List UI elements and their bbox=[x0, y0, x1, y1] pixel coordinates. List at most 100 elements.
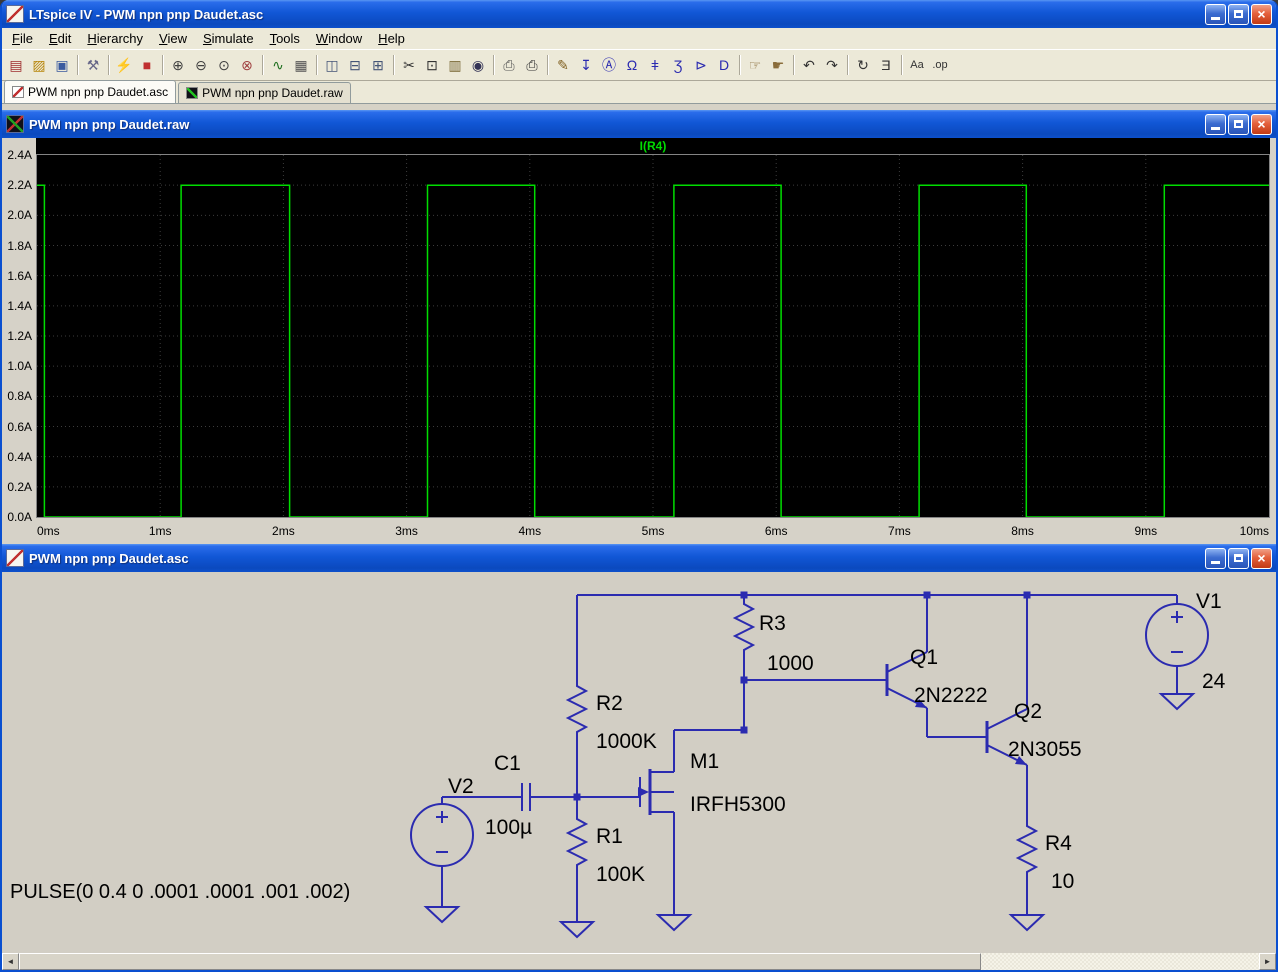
resistor-r1-symbol[interactable] bbox=[568, 815, 586, 869]
toolbar-autorange-y-button[interactable]: ∿ bbox=[267, 54, 289, 76]
scroll-right-button[interactable]: ► bbox=[1259, 953, 1276, 970]
toolbar-cascade-windows-button[interactable]: ⊞ bbox=[367, 54, 389, 76]
label-c1-value[interactable]: 100µ bbox=[485, 816, 532, 839]
toolbar-spice-directive-button[interactable]: .op bbox=[929, 54, 951, 76]
toolbar-move-button[interactable]: ☞ bbox=[744, 54, 766, 76]
toolbar-mirror-button[interactable]: Ǝ bbox=[875, 54, 897, 76]
menu-view[interactable]: View bbox=[151, 29, 195, 48]
menu-edit[interactable]: Edit bbox=[41, 29, 79, 48]
toolbar-zoom-clear-button[interactable]: ⊗ bbox=[236, 54, 258, 76]
capacitor-c1-symbol[interactable] bbox=[522, 783, 530, 811]
schematic-minimize-button[interactable] bbox=[1205, 548, 1226, 569]
schematic-close-button[interactable]: × bbox=[1251, 548, 1272, 569]
scrollbar-thumb[interactable] bbox=[19, 953, 981, 970]
toolbar-control-panel-button[interactable]: ⚒ bbox=[82, 54, 104, 76]
menu-help[interactable]: Help bbox=[370, 29, 413, 48]
toolbar-open-button[interactable]: ▨ bbox=[28, 54, 50, 76]
ground-symbol[interactable] bbox=[658, 915, 690, 930]
plot-area[interactable] bbox=[36, 154, 1270, 518]
label-r3-name[interactable]: R3 bbox=[759, 612, 786, 635]
toolbar-draw-wire-button[interactable]: ✎ bbox=[552, 54, 574, 76]
waveform-close-button[interactable]: × bbox=[1251, 114, 1272, 135]
waveform-minimize-button[interactable] bbox=[1205, 114, 1226, 135]
tab-asc[interactable]: PWM npn pnp Daudet.asc bbox=[4, 80, 176, 103]
ground-symbol[interactable] bbox=[1011, 915, 1043, 930]
schematic-title-bar[interactable]: PWM npn pnp Daudet.asc × bbox=[2, 544, 1276, 572]
toolbar-find-button[interactable]: ◉ bbox=[467, 54, 489, 76]
toolbar-halt-button[interactable]: ■ bbox=[136, 54, 158, 76]
toolbar-zoom-back-button[interactable]: ⊖ bbox=[190, 54, 212, 76]
label-v2-name[interactable]: V2 bbox=[448, 775, 474, 798]
label-r1-name[interactable]: R1 bbox=[596, 825, 623, 848]
main-title-bar[interactable]: LTspice IV - PWM npn pnp Daudet.asc × bbox=[2, 0, 1276, 28]
maximize-button[interactable] bbox=[1228, 4, 1249, 25]
menu-simulate[interactable]: Simulate bbox=[195, 29, 262, 48]
toolbar-drag-button[interactable]: ☛ bbox=[767, 54, 789, 76]
label-q1-name[interactable]: Q1 bbox=[910, 646, 938, 669]
toolbar-resistor-button[interactable]: Ω bbox=[621, 54, 643, 76]
toolbar-print-button[interactable]: ⎙ bbox=[521, 54, 543, 76]
schematic-canvas[interactable]: V1 24 R3 1000 R2 1000K R1 100K R4 10 M1 … bbox=[2, 572, 1276, 953]
label-m1-value[interactable]: IRFH5300 bbox=[690, 793, 786, 816]
label-r2-value[interactable]: 1000K bbox=[596, 730, 657, 753]
label-q2-value[interactable]: 2N3055 bbox=[1008, 738, 1082, 761]
label-v2-pulse-value[interactable]: PULSE(0 0.4 0 .0001 .0001 .001 .002) bbox=[10, 881, 350, 903]
minimize-button[interactable] bbox=[1205, 4, 1226, 25]
toolbar-redo-button[interactable]: ↷ bbox=[821, 54, 843, 76]
toolbar-save-button[interactable]: ▣ bbox=[51, 54, 73, 76]
menu-tools[interactable]: Tools bbox=[262, 29, 308, 48]
toolbar-diode-button[interactable]: ⊳ bbox=[690, 54, 712, 76]
waveform-maximize-button[interactable] bbox=[1228, 114, 1249, 135]
waveform-title-bar[interactable]: PWM npn pnp Daudet.raw × bbox=[2, 110, 1276, 138]
voltage-source-v2-symbol[interactable] bbox=[411, 804, 473, 866]
toolbar-tile-vertical-button[interactable]: ◫ bbox=[321, 54, 343, 76]
label-r2-name[interactable]: R2 bbox=[596, 692, 623, 715]
resistor-r2-symbol[interactable] bbox=[568, 682, 586, 736]
toolbar-run-button[interactable]: ⚡ bbox=[113, 54, 135, 76]
waveform-pane[interactable]: I(R4) 0.0A0.2A0.4A0.6A0.8A1.0A1.2A1.4A1.… bbox=[2, 138, 1276, 544]
resistor-r3-symbol[interactable] bbox=[735, 600, 753, 654]
toolbar-rotate-button[interactable]: ↻ bbox=[852, 54, 874, 76]
scroll-left-button[interactable]: ◄ bbox=[2, 953, 19, 970]
waveform-plot[interactable] bbox=[37, 155, 1269, 517]
horizontal-scrollbar[interactable]: ◄ ► bbox=[2, 953, 1276, 970]
toolbar-text-button[interactable]: Aa bbox=[906, 54, 928, 76]
toolbar-copy-button[interactable]: ⊡ bbox=[421, 54, 443, 76]
trace-label[interactable]: I(R4) bbox=[640, 139, 667, 153]
scrollbar-track[interactable] bbox=[981, 953, 1259, 970]
toolbar-plot-settings-button[interactable]: ▦ bbox=[290, 54, 312, 76]
toolbar-zoom-fit-button[interactable]: ⊙ bbox=[213, 54, 235, 76]
toolbar-new-schematic-button[interactable]: ▤ bbox=[5, 54, 27, 76]
ground-symbol[interactable] bbox=[1161, 694, 1193, 709]
label-r3-value[interactable]: 1000 bbox=[767, 652, 814, 675]
label-q2-name[interactable]: Q2 bbox=[1014, 700, 1042, 723]
menu-hierarchy[interactable]: Hierarchy bbox=[79, 29, 151, 48]
label-v1-value[interactable]: 24 bbox=[1202, 670, 1226, 693]
toolbar-label-net-button[interactable]: Ⓐ bbox=[598, 54, 620, 76]
toolbar-ground-button[interactable]: ↧ bbox=[575, 54, 597, 76]
toolbar-paste-button[interactable]: ▥ bbox=[444, 54, 466, 76]
voltage-source-v1-symbol[interactable] bbox=[1146, 604, 1208, 666]
label-c1-name[interactable]: C1 bbox=[494, 752, 521, 775]
menu-file[interactable]: File bbox=[4, 29, 41, 48]
toolbar-cut-button[interactable]: ✂ bbox=[398, 54, 420, 76]
label-r4-value[interactable]: 10 bbox=[1051, 870, 1074, 893]
label-r1-value[interactable]: 100K bbox=[596, 863, 645, 886]
ground-symbol[interactable] bbox=[426, 907, 458, 922]
close-button[interactable]: × bbox=[1251, 4, 1272, 25]
resistor-r4-symbol[interactable] bbox=[1018, 822, 1036, 876]
toolbar-tile-horizontal-button[interactable]: ⊟ bbox=[344, 54, 366, 76]
menu-window[interactable]: Window bbox=[308, 29, 370, 48]
label-m1-name[interactable]: M1 bbox=[690, 750, 719, 773]
toolbar-capacitor-button[interactable]: ǂ bbox=[644, 54, 666, 76]
toolbar-print-preview-button[interactable]: ⎙ bbox=[498, 54, 520, 76]
label-q1-value[interactable]: 2N2222 bbox=[914, 684, 988, 707]
label-v1-name[interactable]: V1 bbox=[1196, 590, 1222, 613]
toolbar-undo-button[interactable]: ↶ bbox=[798, 54, 820, 76]
schematic-maximize-button[interactable] bbox=[1228, 548, 1249, 569]
toolbar-inductor-button[interactable]: Ʒ bbox=[667, 54, 689, 76]
ground-symbol[interactable] bbox=[561, 922, 593, 937]
label-r4-name[interactable]: R4 bbox=[1045, 832, 1072, 855]
toolbar-component-button[interactable]: D bbox=[713, 54, 735, 76]
toolbar-zoom-area-button[interactable]: ⊕ bbox=[167, 54, 189, 76]
